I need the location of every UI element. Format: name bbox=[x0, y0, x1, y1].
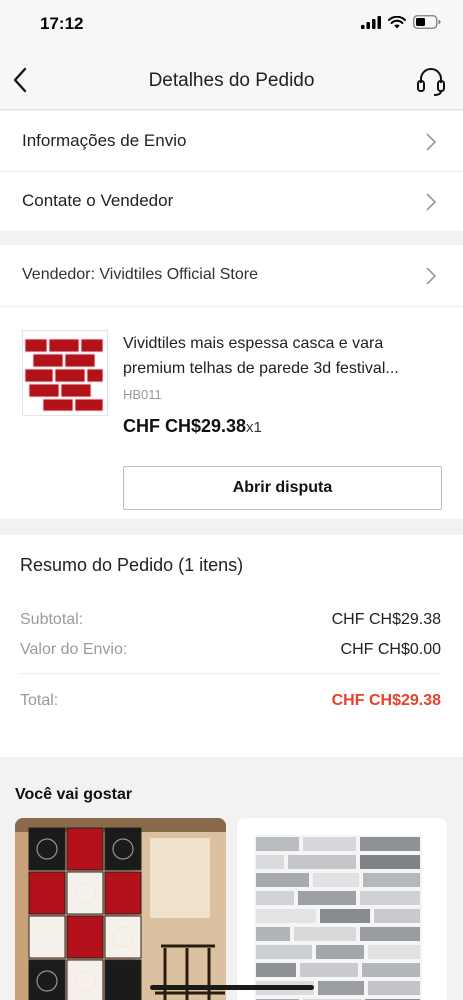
shipping-cost-label: Valor do Envio: bbox=[20, 641, 128, 658]
chevron-right-icon bbox=[426, 133, 437, 151]
product-title[interactable]: Vividtiles mais espessa casca e vara pre… bbox=[123, 331, 445, 381]
room-divider-product-image bbox=[15, 818, 226, 1000]
chevron-right-icon bbox=[426, 193, 437, 211]
total-label: Total: bbox=[20, 692, 59, 709]
contact-seller-label: Contate o Vendedor bbox=[22, 191, 174, 210]
product-thumbnail[interactable] bbox=[22, 330, 108, 416]
recommended-product-card[interactable] bbox=[15, 818, 226, 1000]
open-dispute-button[interactable]: Abrir disputa bbox=[123, 466, 442, 510]
red-brick-tile-image bbox=[23, 331, 107, 415]
shipping-info-row[interactable]: Informações de Envio bbox=[0, 111, 463, 171]
divider bbox=[0, 306, 463, 307]
shipping-cost-value: CHF CH$0.00 bbox=[340, 641, 441, 658]
battery-icon bbox=[413, 15, 441, 29]
product-sku: HB011 bbox=[123, 387, 162, 402]
subtotal-label: Subtotal: bbox=[20, 611, 84, 628]
page-title: Detalhes do Pedido bbox=[148, 70, 315, 91]
signal-icon bbox=[361, 15, 381, 29]
wifi-icon bbox=[388, 15, 406, 28]
product-price-line: CHF CH$29.38x1 bbox=[123, 416, 262, 437]
shipping-info-label: Informações de Envio bbox=[22, 131, 187, 150]
marble-tile-product-image bbox=[237, 818, 447, 1000]
product-price: CHF CH$29.38 bbox=[123, 416, 247, 436]
total-value: CHF CH$29.38 bbox=[331, 692, 441, 709]
status-bar: 17:12 bbox=[0, 0, 463, 50]
chevron-right-icon bbox=[426, 267, 437, 285]
order-menu: Informações de Envio Contate o Vendedor bbox=[0, 111, 463, 231]
subtotal-value: CHF CH$29.38 bbox=[331, 611, 441, 628]
status-time: 17:12 bbox=[40, 14, 84, 33]
nav-bar: Detalhes do Pedido bbox=[0, 50, 463, 110]
status-icons bbox=[361, 15, 441, 29]
headset-support-icon[interactable] bbox=[415, 65, 447, 97]
product-title-line-1: Vividtiles mais espessa casca e vara bbox=[123, 335, 384, 352]
contact-seller-row[interactable]: Contate o Vendedor bbox=[0, 171, 463, 231]
home-indicator bbox=[150, 985, 314, 990]
product-quantity: x1 bbox=[246, 419, 262, 436]
recommendations-title: Você vai gostar bbox=[15, 786, 133, 803]
divider bbox=[20, 673, 441, 674]
recommended-product-card[interactable] bbox=[237, 818, 447, 1000]
summary-title: Resumo do Pedido (1 itens) bbox=[20, 555, 244, 575]
product-title-line-2: premium telhas de parede 3d festival... bbox=[123, 360, 399, 377]
seller-name: Vendedor: Vividtiles Official Store bbox=[22, 266, 258, 283]
seller-row[interactable]: Vendedor: Vividtiles Official Store bbox=[0, 245, 463, 305]
